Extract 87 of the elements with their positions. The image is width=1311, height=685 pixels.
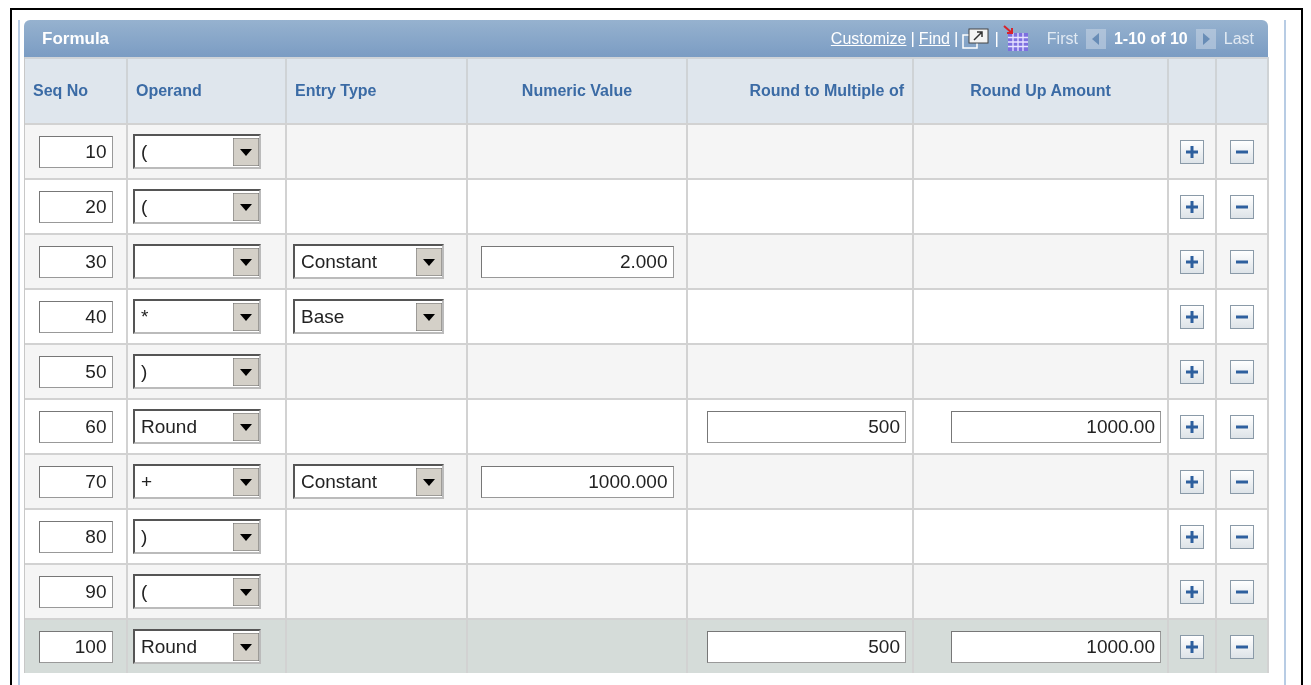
delete-row-button[interactable] — [1230, 524, 1254, 549]
add-row-button[interactable] — [1180, 139, 1204, 164]
add-row-button[interactable] — [1180, 634, 1204, 659]
plus-icon — [1185, 254, 1199, 269]
plus-icon — [1185, 584, 1199, 599]
caret-icon — [233, 412, 259, 441]
separator: | — [910, 28, 915, 49]
seq-field[interactable]: 100 — [38, 630, 113, 663]
numeric-value-field[interactable]: 2.000 — [480, 245, 674, 278]
caret-icon — [233, 192, 259, 221]
grid-download-icon[interactable] — [1002, 24, 1031, 53]
caret-icon — [233, 577, 259, 606]
add-row-button[interactable] — [1180, 469, 1204, 494]
delete-row-button[interactable] — [1230, 139, 1254, 164]
page-range: 1-10 of 10 — [1113, 29, 1188, 48]
caret-icon — [233, 467, 259, 496]
add-row-button[interactable] — [1180, 194, 1204, 219]
operand-select[interactable]: Round — [133, 409, 261, 444]
seq-field[interactable]: 80 — [38, 520, 113, 553]
column-header: Entry Type — [287, 57, 468, 123]
plus-icon — [1185, 364, 1199, 379]
separator: | — [994, 28, 999, 49]
delete-row-button[interactable] — [1230, 469, 1254, 494]
add-row-button[interactable] — [1180, 359, 1204, 384]
seq-field[interactable]: 30 — [38, 245, 113, 278]
operand-select[interactable]: ) — [133, 354, 261, 389]
delete-row-button[interactable] — [1230, 359, 1254, 384]
plus-icon — [1185, 529, 1199, 544]
add-row-button[interactable] — [1180, 414, 1204, 439]
delete-row-button[interactable] — [1230, 414, 1254, 439]
round-up-field[interactable]: 1000.00 — [951, 410, 1161, 443]
plus-icon — [1185, 199, 1199, 214]
entry-type-select[interactable]: Base — [293, 299, 444, 334]
grid-title: Formula — [42, 28, 111, 49]
add-row-button[interactable] — [1180, 304, 1204, 329]
column-header: Seq No — [25, 57, 128, 123]
new-window-icon[interactable] — [962, 26, 991, 51]
seq-field[interactable]: 20 — [38, 190, 113, 223]
operand-select[interactable]: * — [133, 299, 261, 334]
delete-row-button[interactable] — [1230, 634, 1254, 659]
caret-icon — [233, 522, 259, 551]
first-label: First — [1046, 29, 1078, 48]
add-row-button[interactable] — [1180, 249, 1204, 274]
entry-type-select[interactable]: Constant — [293, 244, 444, 279]
delete-row-button[interactable] — [1230, 249, 1254, 274]
last-label: Last — [1223, 29, 1254, 48]
column-header: Numeric Value — [468, 57, 688, 123]
numeric-value-field[interactable]: 1000.000 — [480, 465, 674, 498]
caret-icon — [416, 302, 442, 331]
add-row-button[interactable] — [1180, 524, 1204, 549]
plus-icon — [1185, 309, 1199, 324]
round-multiple-field[interactable]: 500 — [707, 630, 906, 663]
delete-row-button[interactable] — [1230, 194, 1254, 219]
separator: | — [954, 28, 959, 49]
caret-icon — [233, 357, 259, 386]
caret-icon — [233, 247, 259, 276]
operand-select[interactable]: ( — [133, 574, 261, 609]
operand-select[interactable]: Round — [133, 629, 261, 664]
caret-icon — [416, 467, 442, 496]
seq-field[interactable]: 70 — [38, 465, 113, 498]
plus-icon — [1185, 419, 1199, 434]
seq-field[interactable]: 90 — [38, 575, 113, 608]
delete-row-button[interactable] — [1230, 579, 1254, 604]
operand-select[interactable]: ( — [133, 189, 261, 224]
caret-icon — [416, 247, 442, 276]
round-up-field[interactable]: 1000.00 — [951, 630, 1161, 663]
add-row-button[interactable] — [1180, 579, 1204, 604]
caret-icon — [233, 632, 259, 661]
delete-row-button[interactable] — [1230, 304, 1254, 329]
caret-icon — [233, 302, 259, 331]
seq-field[interactable]: 10 — [38, 135, 113, 168]
seq-field[interactable]: 50 — [38, 355, 113, 388]
caret-icon — [233, 137, 259, 166]
column-header: Round Up Amount — [914, 57, 1169, 123]
column-header: Round to Multiple of — [688, 57, 914, 123]
column-header: Operand — [128, 57, 287, 123]
seq-field[interactable]: 40 — [38, 300, 113, 333]
plus-icon — [1185, 639, 1199, 654]
entry-type-select[interactable]: Constant — [293, 464, 444, 499]
plus-icon — [1185, 474, 1199, 489]
operand-select[interactable]: ( — [133, 134, 261, 169]
operand-select[interactable]: + — [133, 464, 261, 499]
round-multiple-field[interactable]: 500 — [707, 410, 906, 443]
operand-select[interactable]: ) — [133, 519, 261, 554]
seq-field[interactable]: 60 — [38, 410, 113, 443]
operand-select[interactable] — [133, 244, 261, 279]
plus-icon — [1185, 144, 1199, 159]
